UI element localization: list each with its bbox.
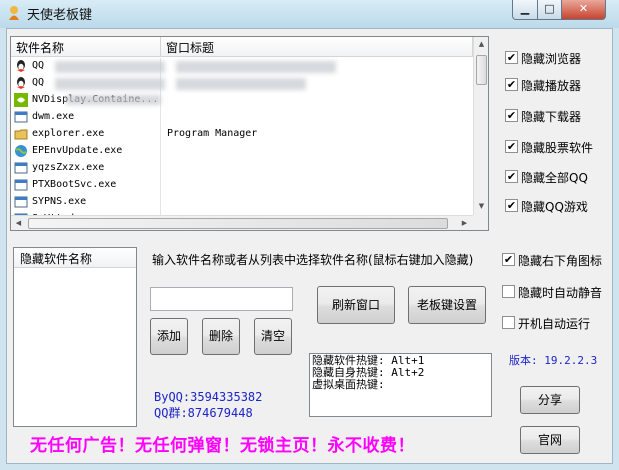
process-row[interactable]: explorer.exe Program Manager — [11, 126, 473, 143]
horizontal-scrollbar[interactable]: ◀ ▶ — [11, 215, 473, 230]
software-name-input[interactable] — [150, 287, 293, 311]
hotkeys-textbox[interactable]: 隐藏软件热键: Alt+1 隐藏自身热键: Alt+2 虚拟桌面热键: — [309, 353, 492, 417]
scroll-left-icon[interactable]: ◀ — [11, 216, 26, 230]
checkbox-box[interactable]: ✔ — [505, 51, 518, 64]
window-icon — [14, 195, 28, 209]
window-title-cell: Program Manager — [167, 128, 258, 139]
vertical-scrollbar[interactable]: ▲ ▼ — [473, 37, 488, 215]
scroll-corner — [473, 215, 488, 230]
instruction-text: 输入软件名称或者从列表中选择软件名称(鼠标右键加入隐藏) — [152, 253, 474, 267]
version-label: 版本: 19.2.2.3 — [509, 354, 598, 367]
checkbox-box[interactable]: ✔ — [505, 140, 518, 153]
delete-button[interactable]: 删除 — [202, 318, 240, 355]
checkbox-box[interactable]: ✔ — [502, 253, 515, 266]
scroll-thumb[interactable] — [476, 55, 487, 85]
close-button[interactable]: ✕ — [561, 0, 606, 20]
contact-info: ByQQ:3594335382 QQ群:874679448 — [154, 389, 262, 421]
process-row[interactable]: dwm.exe — [11, 109, 473, 126]
byqq-label: ByQQ:3594335382 — [154, 390, 263, 404]
process-name: SYPNS.exe — [32, 196, 87, 207]
process-row[interactable]: PTXBootSvc.exe — [11, 177, 473, 194]
app-icon — [9, 6, 19, 20]
minimize-button[interactable]: ▁ — [512, 0, 538, 20]
folder-icon — [14, 127, 28, 141]
window-icon — [14, 178, 28, 192]
qq-icon — [14, 76, 28, 90]
checkbox-box[interactable] — [502, 316, 515, 329]
window-icon — [14, 110, 28, 124]
process-name: dwm.exe — [32, 111, 75, 122]
process-name: explorer.exe — [32, 128, 105, 139]
process-row[interactable]: yqzsZxzx.exe — [11, 160, 473, 177]
nvidia-icon — [14, 93, 28, 107]
process-row[interactable]: EPEnvUpdate.exe — [11, 143, 473, 160]
website-button[interactable]: 官网 — [520, 426, 580, 454]
process-list[interactable]: 软件名称 窗口标题 QQQQNVDisplay.Containe...dwm.e… — [10, 36, 489, 231]
process-name: yqzsZxzx.exe — [32, 162, 105, 173]
add-button[interactable]: 添加 — [150, 318, 188, 355]
process-name: PTXBootSvc.exe — [32, 179, 117, 190]
qq-group-label: QQ群:874679448 — [154, 406, 253, 420]
window-title: 天使老板键 — [27, 8, 93, 23]
qq-icon — [14, 59, 28, 73]
scroll-thumb-horizontal[interactable] — [28, 218, 448, 229]
checkbox-box[interactable]: ✔ — [505, 170, 518, 183]
checkbox-box[interactable]: ✔ — [505, 78, 518, 91]
maximize-button[interactable]: □ — [537, 0, 562, 20]
slogan-text: 无任何广告！无任何弹窗！无锁主页！永不收费！ — [30, 436, 415, 456]
process-row[interactable]: SYPNS.exe — [11, 194, 473, 211]
bosskey-settings-button[interactable]: 老板键设置 — [408, 286, 486, 324]
column-header-name[interactable]: 软件名称 — [11, 37, 161, 57]
hidden-list-header[interactable]: 隐藏软件名称 — [14, 248, 136, 268]
share-button[interactable]: 分享 — [520, 386, 580, 414]
refresh-window-button[interactable]: 刷新窗口 — [317, 286, 395, 324]
scroll-right-icon[interactable]: ▶ — [457, 216, 472, 230]
hidden-software-list[interactable]: 隐藏软件名称 — [13, 247, 137, 427]
window-icon — [14, 161, 28, 175]
checkbox-box[interactable]: ✔ — [505, 199, 518, 212]
checkbox-box[interactable] — [502, 285, 515, 298]
clear-button[interactable]: 清空 — [254, 318, 292, 355]
column-header-title[interactable]: 窗口标题 — [161, 37, 473, 57]
process-name: EPEnvUpdate.exe — [32, 145, 123, 156]
scroll-up-icon[interactable]: ▲ — [474, 37, 488, 52]
checkbox-box[interactable]: ✔ — [505, 109, 518, 122]
globe-icon — [14, 144, 28, 158]
scroll-down-icon[interactable]: ▼ — [474, 199, 488, 214]
